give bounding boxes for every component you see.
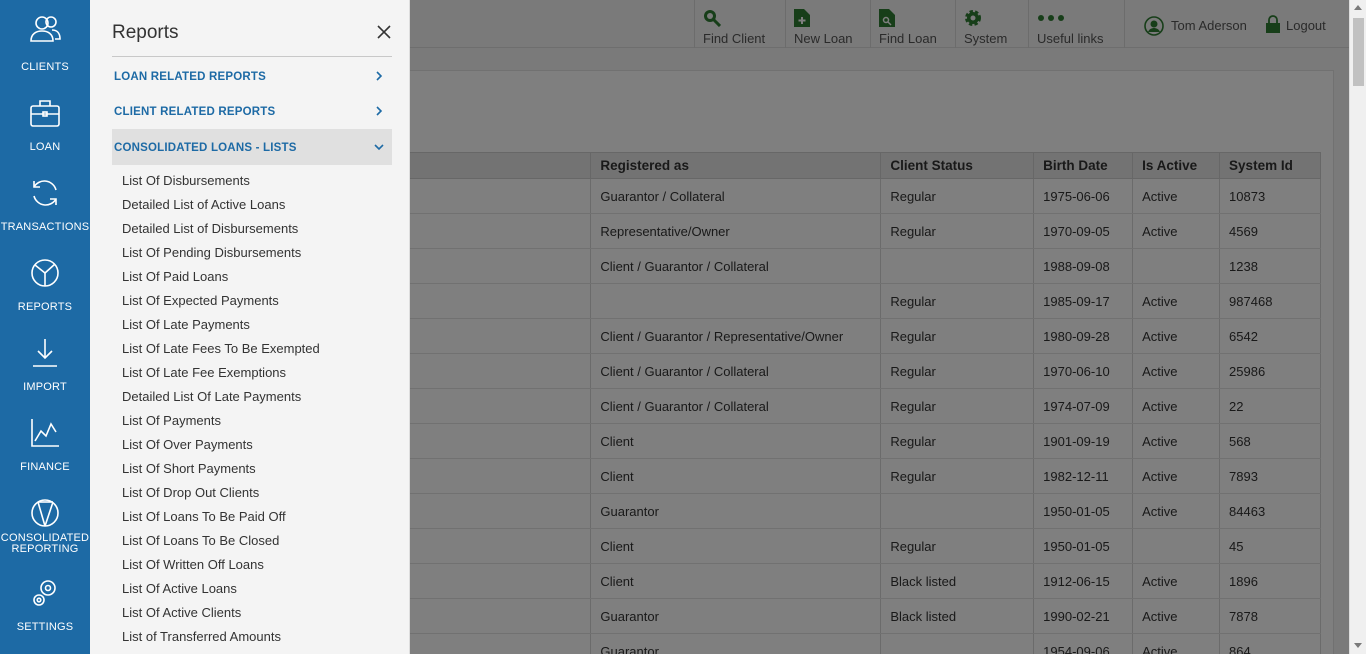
report-link[interactable]: List Of Late Payments: [122, 317, 250, 332]
report-link[interactable]: List Of Loans To Be Paid Off: [122, 509, 286, 524]
nav-item-settings[interactable]: SETTINGS: [0, 576, 90, 654]
report-link[interactable]: List Of Pending Disbursements: [122, 245, 301, 260]
section-label: CONSOLIDATED LOANS - LISTS: [114, 142, 297, 154]
report-link[interactable]: List Of Active Loans: [122, 581, 237, 596]
section-consolidated-loans-lists[interactable]: CONSOLIDATED LOANS - LISTS: [112, 129, 392, 165]
report-link[interactable]: Detailed List of Active Loans: [122, 197, 285, 212]
nav-label: SETTINGS: [16, 621, 74, 633]
nav-item-loan[interactable]: LOAN: [0, 96, 90, 176]
chevron-right-icon: [376, 71, 383, 81]
report-link[interactable]: List Of Drop Out Clients: [122, 485, 259, 500]
nav-label: FINANCE: [20, 461, 70, 473]
panel-title: Reports: [112, 22, 179, 43]
nav-item-reports[interactable]: REPORTS: [0, 256, 90, 336]
users-icon: [30, 16, 61, 42]
report-link[interactable]: Detailed List of Disbursements: [122, 221, 298, 236]
refresh-icon: [33, 180, 57, 206]
report-link[interactable]: List Of Active Clients: [122, 605, 241, 620]
nav-label: TRANSACTIONS: [0, 221, 90, 233]
scroll-up-arrow-icon[interactable]: [1354, 5, 1362, 10]
pie-chart-segment-icon: [31, 499, 59, 527]
nav-item-consolidated-reporting[interactable]: CONSOLIDATED REPORTING: [0, 496, 90, 576]
section-client-related-reports[interactable]: CLIENT RELATED REPORTS: [112, 93, 392, 129]
download-icon: [33, 339, 57, 367]
report-link[interactable]: List Of Disbursements: [122, 173, 250, 188]
scroll-down-arrow-icon[interactable]: [1354, 643, 1362, 648]
panel-divider: [112, 56, 392, 57]
report-link[interactable]: Detailed List Of Late Payments: [122, 389, 301, 404]
line-chart-icon: [31, 419, 59, 447]
report-link[interactable]: List of Transferred Amounts: [122, 629, 281, 644]
nav-label: IMPORT: [23, 381, 67, 393]
scrollbar-thumb[interactable]: [1353, 18, 1364, 86]
chevron-down-icon: [374, 144, 384, 151]
report-link[interactable]: List Of Late Fees To Be Exempted: [122, 341, 320, 356]
report-link[interactable]: List Of Expected Payments: [122, 293, 279, 308]
gears-icon: [33, 580, 56, 606]
report-link[interactable]: List Of Loans To Be Closed: [122, 533, 279, 548]
nav-item-clients[interactable]: CLIENTS: [0, 12, 90, 92]
main-nav: CLIENTS LOAN TRANSACTIONS REPORTS IMPORT…: [0, 0, 90, 654]
nav-label: REPORTING: [11, 543, 79, 555]
reports-panel: Reports LOAN RELATED REPORTS CLIENT RELA…: [90, 0, 410, 654]
section-loan-related-reports[interactable]: LOAN RELATED REPORTS: [112, 58, 392, 94]
pie-chart-icon: [31, 259, 59, 287]
nav-label: LOAN: [29, 141, 61, 153]
nav-label: CLIENTS: [21, 61, 69, 73]
chevron-right-icon: [376, 106, 383, 116]
nav-label: REPORTS: [17, 301, 73, 313]
nav-item-import[interactable]: IMPORT: [0, 336, 90, 416]
page-scrollbar[interactable]: [1349, 0, 1366, 654]
section-label: LOAN RELATED REPORTS: [114, 71, 267, 83]
report-link[interactable]: List Of Payments: [122, 413, 221, 428]
report-link[interactable]: List Of Paid Loans: [122, 269, 228, 284]
report-link[interactable]: List Of Over Payments: [122, 437, 253, 452]
report-link[interactable]: List Of Short Payments: [122, 461, 256, 476]
report-link[interactable]: List Of Late Fee Exemptions: [122, 365, 286, 380]
nav-item-transactions[interactable]: TRANSACTIONS: [0, 176, 90, 256]
nav-item-finance[interactable]: FINANCE: [0, 416, 90, 496]
briefcase-icon: [30, 100, 60, 127]
close-icon[interactable]: [374, 22, 394, 42]
report-link[interactable]: List Of Written Off Loans: [122, 557, 264, 572]
section-label: CLIENT RELATED REPORTS: [114, 106, 276, 118]
